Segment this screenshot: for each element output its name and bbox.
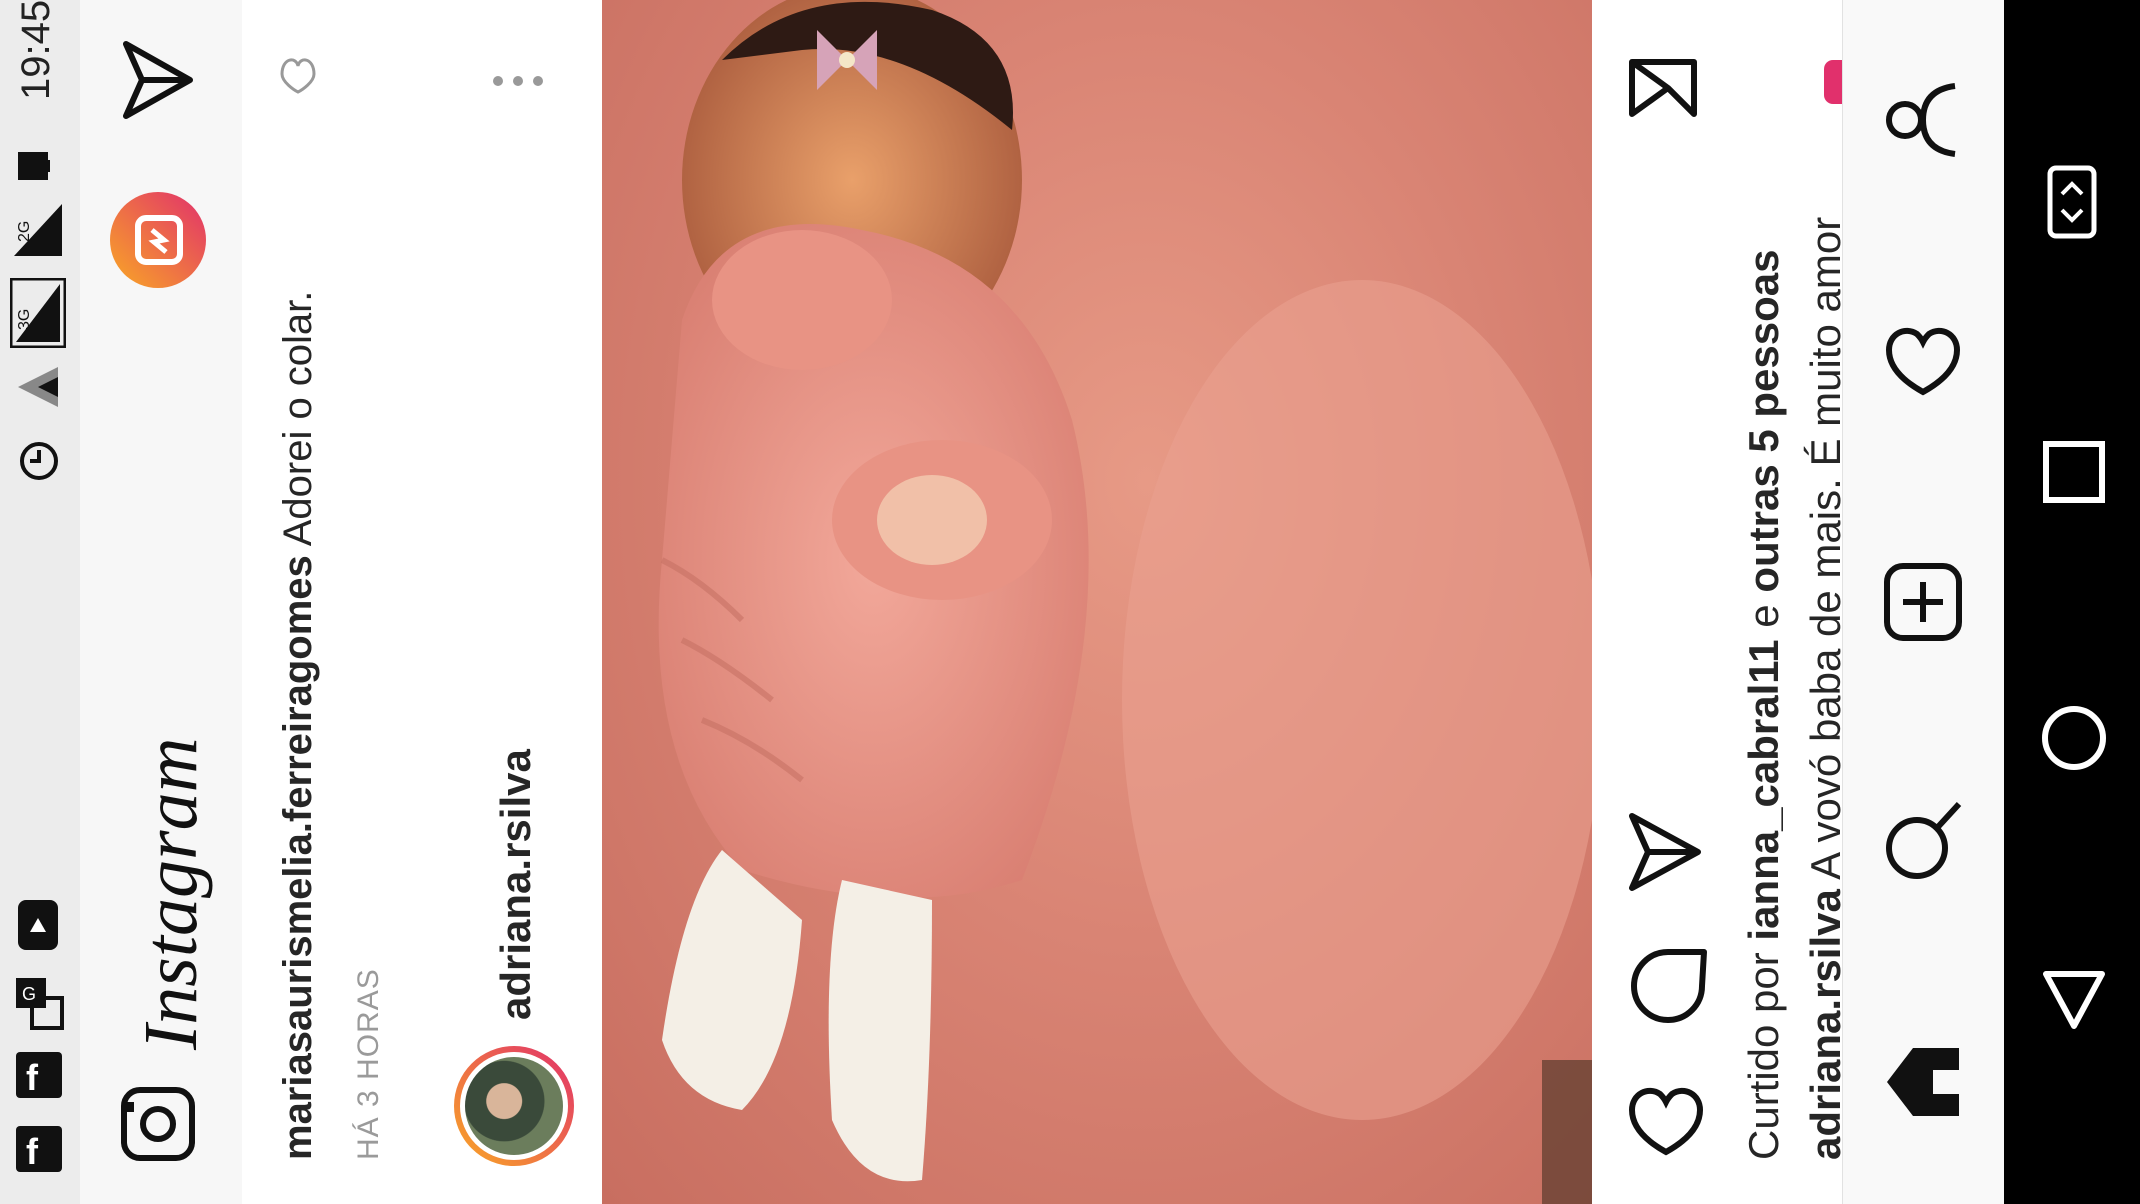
post-timestamp: HÁ 3 HORAS — [352, 968, 385, 1160]
post-photo[interactable] — [602, 0, 1592, 1204]
likes-user[interactable]: ianna_cabral11 — [1740, 639, 1787, 940]
wifi-icon — [14, 362, 64, 412]
home-icon[interactable] — [1883, 1040, 1963, 1124]
add-post-icon[interactable] — [1883, 562, 1963, 642]
camera-icon[interactable] — [120, 1084, 196, 1164]
back-button-icon[interactable] — [2040, 968, 2108, 1032]
status-bar: 19:45 2G 3G G f f — [0, 0, 80, 1204]
rotate-screen-icon[interactable] — [2044, 162, 2100, 242]
battery-icon — [18, 148, 50, 184]
comment-username[interactable]: mariasaurismelia.ferreiragomes — [276, 555, 320, 1160]
youtube-icon — [18, 900, 58, 950]
post-actions: Curtido por ianna_cabral11 e outras 5 pe… — [1592, 0, 1849, 1204]
facebook-icon: f — [16, 1126, 62, 1172]
home-button-icon[interactable] — [2040, 704, 2108, 772]
post-author[interactable]: adriana.rsilva — [492, 749, 540, 1020]
search-icon[interactable] — [1883, 800, 1963, 886]
translate-icon: G — [14, 976, 64, 1032]
svg-text:f: f — [26, 1131, 39, 1172]
signal-2g-icon: 2G — [10, 200, 66, 260]
likes-conjunction: e — [1740, 604, 1787, 628]
avatar[interactable] — [454, 1046, 574, 1166]
more-options-icon[interactable] — [492, 74, 544, 88]
facebook-icon: f — [16, 1052, 62, 1098]
system-nav-bar — [2004, 0, 2140, 1204]
like-heart-icon[interactable] — [1626, 1080, 1706, 1160]
bookmark-icon[interactable] — [1628, 58, 1698, 118]
comment: mariasaurismelia.ferreiragomes Adorei o … — [276, 291, 321, 1160]
svg-text:G: G — [22, 984, 36, 1004]
bottom-nav — [1842, 0, 2005, 1204]
likes-others[interactable]: outras 5 pessoas — [1740, 249, 1787, 592]
svg-text:f: f — [26, 1057, 39, 1098]
baby-photo — [658, 0, 1592, 1204]
post-header: mariasaurismelia.ferreiragomes Adorei o … — [242, 0, 602, 1204]
signal-3g-icon: 3G — [10, 278, 66, 348]
comment-icon[interactable] — [1628, 946, 1708, 1026]
activity-indicator — [1824, 60, 1842, 104]
activity-heart-icon[interactable] — [1883, 320, 1963, 400]
app-top-bar: Instagram — [80, 0, 243, 1204]
status-time: 19:45 — [14, 0, 58, 100]
comment-text: Adorei o colar. — [276, 290, 320, 547]
share-icon[interactable] — [1628, 812, 1704, 892]
igtv-icon[interactable] — [108, 190, 208, 290]
recent-apps-icon[interactable] — [2042, 440, 2106, 504]
likes-prefix: Curtido por — [1740, 952, 1787, 1160]
profile-icon[interactable] — [1883, 80, 1963, 160]
likes-summary: Curtido por ianna_cabral11 e outras 5 pe… — [1740, 249, 1788, 1160]
instagram-logo[interactable]: Instagram — [128, 738, 215, 1050]
alarm-icon — [14, 436, 64, 486]
direct-send-icon[interactable] — [118, 38, 198, 122]
comment-like-heart-icon[interactable] — [278, 52, 318, 96]
